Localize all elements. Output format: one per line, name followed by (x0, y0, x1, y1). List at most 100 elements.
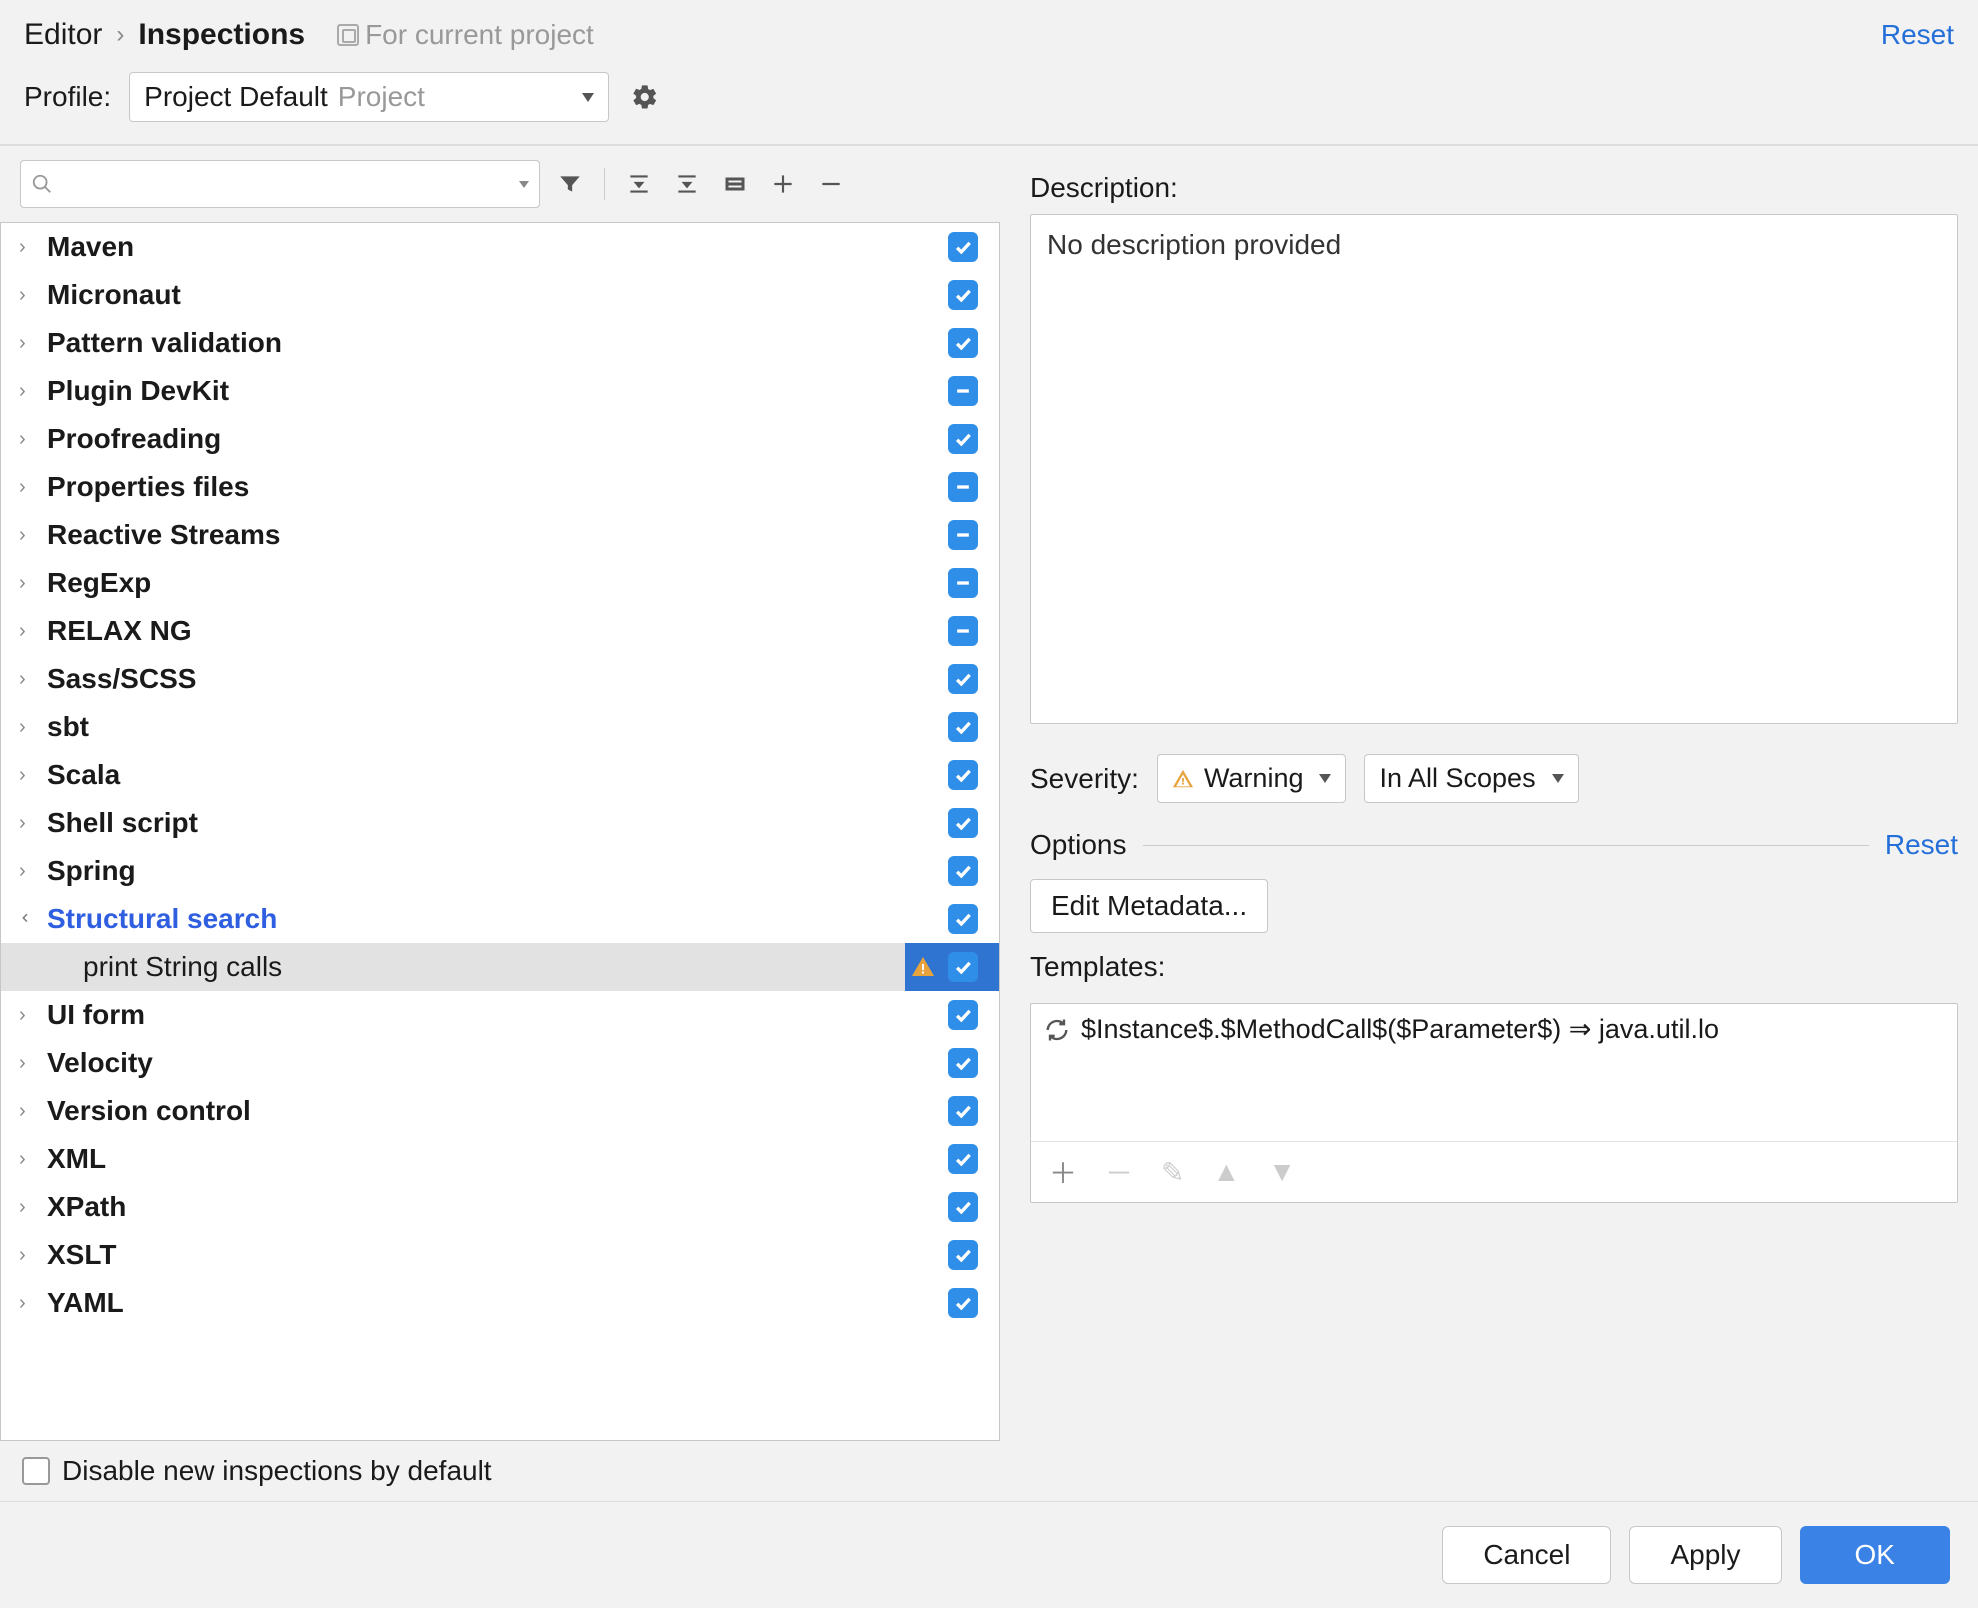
tree-checkbox[interactable] (941, 280, 985, 310)
collapse-all-icon (674, 171, 700, 197)
tree-checkbox[interactable] (941, 952, 985, 982)
remove-button[interactable] (813, 166, 849, 202)
tree-checkbox[interactable] (941, 568, 985, 598)
chevron-right-icon: › (19, 764, 39, 787)
tree-category[interactable]: ›Reactive Streams (1, 511, 999, 559)
chevron-down-icon (1552, 774, 1564, 783)
tree-checkbox[interactable] (941, 1096, 985, 1126)
tree-category[interactable]: ›RELAX NG (1, 607, 999, 655)
warning-icon (1172, 768, 1194, 790)
tree-checkbox[interactable] (941, 904, 985, 934)
breadcrumb: Editor › Inspections (24, 18, 305, 52)
tree-category[interactable]: › UI form (1, 991, 999, 1039)
options-label: Options (1030, 829, 1127, 861)
tree-category[interactable]: ›Sass/SCSS (1, 655, 999, 703)
tree-category[interactable]: ›Pattern validation (1, 319, 999, 367)
template-text: $Instance$.$MethodCall$($Parameter$) ⇒ j… (1081, 1014, 1719, 1045)
template-add-button[interactable]: ＋ (1049, 1152, 1077, 1192)
template-up-button: ▲ (1213, 1156, 1241, 1188)
apply-button[interactable]: Apply (1629, 1526, 1781, 1584)
chevron-right-icon: › (19, 1004, 39, 1027)
tree-category[interactable]: ›Shell script (1, 799, 999, 847)
tree-checkbox[interactable] (941, 1192, 985, 1222)
tree-checkbox[interactable] (941, 1000, 985, 1030)
tree-checkbox[interactable] (941, 1048, 985, 1078)
tree-checkbox[interactable] (941, 856, 985, 886)
tree-category[interactable]: ›Plugin DevKit (1, 367, 999, 415)
templates-box: $Instance$.$MethodCall$($Parameter$) ⇒ j… (1030, 1003, 1958, 1203)
collapse-all-button[interactable] (669, 166, 705, 202)
tree-checkbox[interactable] (941, 520, 985, 550)
search-input[interactable] (20, 160, 540, 208)
ok-button[interactable]: OK (1800, 1526, 1950, 1584)
tree-checkbox[interactable] (941, 1288, 985, 1318)
tree-checkbox[interactable] (941, 376, 985, 406)
profile-settings-button[interactable] (627, 79, 663, 115)
disable-new-inspections-label: Disable new inspections by default (62, 1455, 492, 1487)
tree-checkbox[interactable] (941, 712, 985, 742)
template-row[interactable]: $Instance$.$MethodCall$($Parameter$) ⇒ j… (1031, 1004, 1957, 1055)
tree-checkbox[interactable] (941, 664, 985, 694)
tree-checkbox[interactable] (941, 472, 985, 502)
tree-category-label: Reactive Streams (47, 519, 941, 551)
severity-dropdown[interactable]: Warning (1157, 754, 1347, 803)
tree-category[interactable]: ›XPath (1, 1183, 999, 1231)
tree-category[interactable]: ›Version control (1, 1087, 999, 1135)
tree-category-label: Sass/SCSS (47, 663, 941, 695)
chevron-right-icon: › (19, 1052, 39, 1075)
tree-category[interactable]: ›Maven (1, 223, 999, 271)
tree-checkbox[interactable] (941, 424, 985, 454)
tree-checkbox[interactable] (941, 808, 985, 838)
tree-category[interactable]: ›Proofreading (1, 415, 999, 463)
disable-new-inspections-checkbox[interactable] (22, 1457, 50, 1485)
reset-to-empty-button[interactable] (717, 166, 753, 202)
chevron-down-icon (582, 93, 594, 102)
tree-category[interactable]: ›XSLT (1, 1231, 999, 1279)
tree-category[interactable]: › Velocity (1, 1039, 999, 1087)
tree-category[interactable]: ›Micronaut (1, 271, 999, 319)
tree-checkbox[interactable] (941, 232, 985, 262)
cancel-button[interactable]: Cancel (1442, 1526, 1611, 1584)
tree-category-label: Proofreading (47, 423, 941, 455)
tree-category[interactable]: ›sbt (1, 703, 999, 751)
profile-dropdown[interactable]: Project Default Project (129, 72, 609, 122)
tree-category-label: Spring (47, 855, 941, 887)
copy-icon (337, 24, 359, 46)
template-remove-button: － (1105, 1152, 1133, 1192)
tree-category-label: Pattern validation (47, 327, 941, 359)
scope-dropdown[interactable]: In All Scopes (1364, 754, 1578, 803)
tree-category-label: RegExp (47, 567, 941, 599)
tree-category[interactable]: ›XML (1, 1135, 999, 1183)
chevron-right-icon: › (19, 572, 39, 595)
tree-category[interactable]: ›Scala (1, 751, 999, 799)
add-button[interactable] (765, 166, 801, 202)
expand-all-button[interactable] (621, 166, 657, 202)
options-reset-link[interactable]: Reset (1885, 829, 1958, 861)
current-project-badge: For current project (337, 19, 594, 51)
edit-metadata-button[interactable]: Edit Metadata... (1030, 879, 1268, 933)
tree-checkbox[interactable] (941, 760, 985, 790)
filter-icon (557, 171, 583, 197)
tree-category[interactable]: ⌄Structural search (1, 895, 999, 943)
tree-category[interactable]: ›Spring (1, 847, 999, 895)
tree-category[interactable]: › RegExp (1, 559, 999, 607)
reset-link[interactable]: Reset (1881, 19, 1954, 51)
chevron-right-icon: › (19, 284, 39, 307)
chevron-right-icon: › (19, 236, 39, 259)
tree-checkbox[interactable] (941, 328, 985, 358)
inspections-tree[interactable]: ›Maven›Micronaut›Pattern validation›Plug… (0, 222, 1000, 1441)
severity-label: Severity: (1030, 763, 1139, 795)
tree-checkbox[interactable] (941, 1144, 985, 1174)
tree-category[interactable]: ›Properties files (1, 463, 999, 511)
tree-checkbox[interactable] (941, 616, 985, 646)
tree-item[interactable]: print String calls (1, 943, 999, 991)
tree-category[interactable]: ›YAML (1, 1279, 999, 1327)
tree-category-label: UI form (47, 999, 941, 1031)
filter-button[interactable] (552, 166, 588, 202)
tree-checkbox[interactable] (941, 1240, 985, 1270)
tree-category-label: Velocity (47, 1047, 941, 1079)
breadcrumb-parent[interactable]: Editor (24, 18, 102, 52)
chevron-right-icon: › (19, 1148, 39, 1171)
tree-category-label: XSLT (47, 1239, 941, 1271)
chevron-right-icon: › (19, 1292, 39, 1315)
